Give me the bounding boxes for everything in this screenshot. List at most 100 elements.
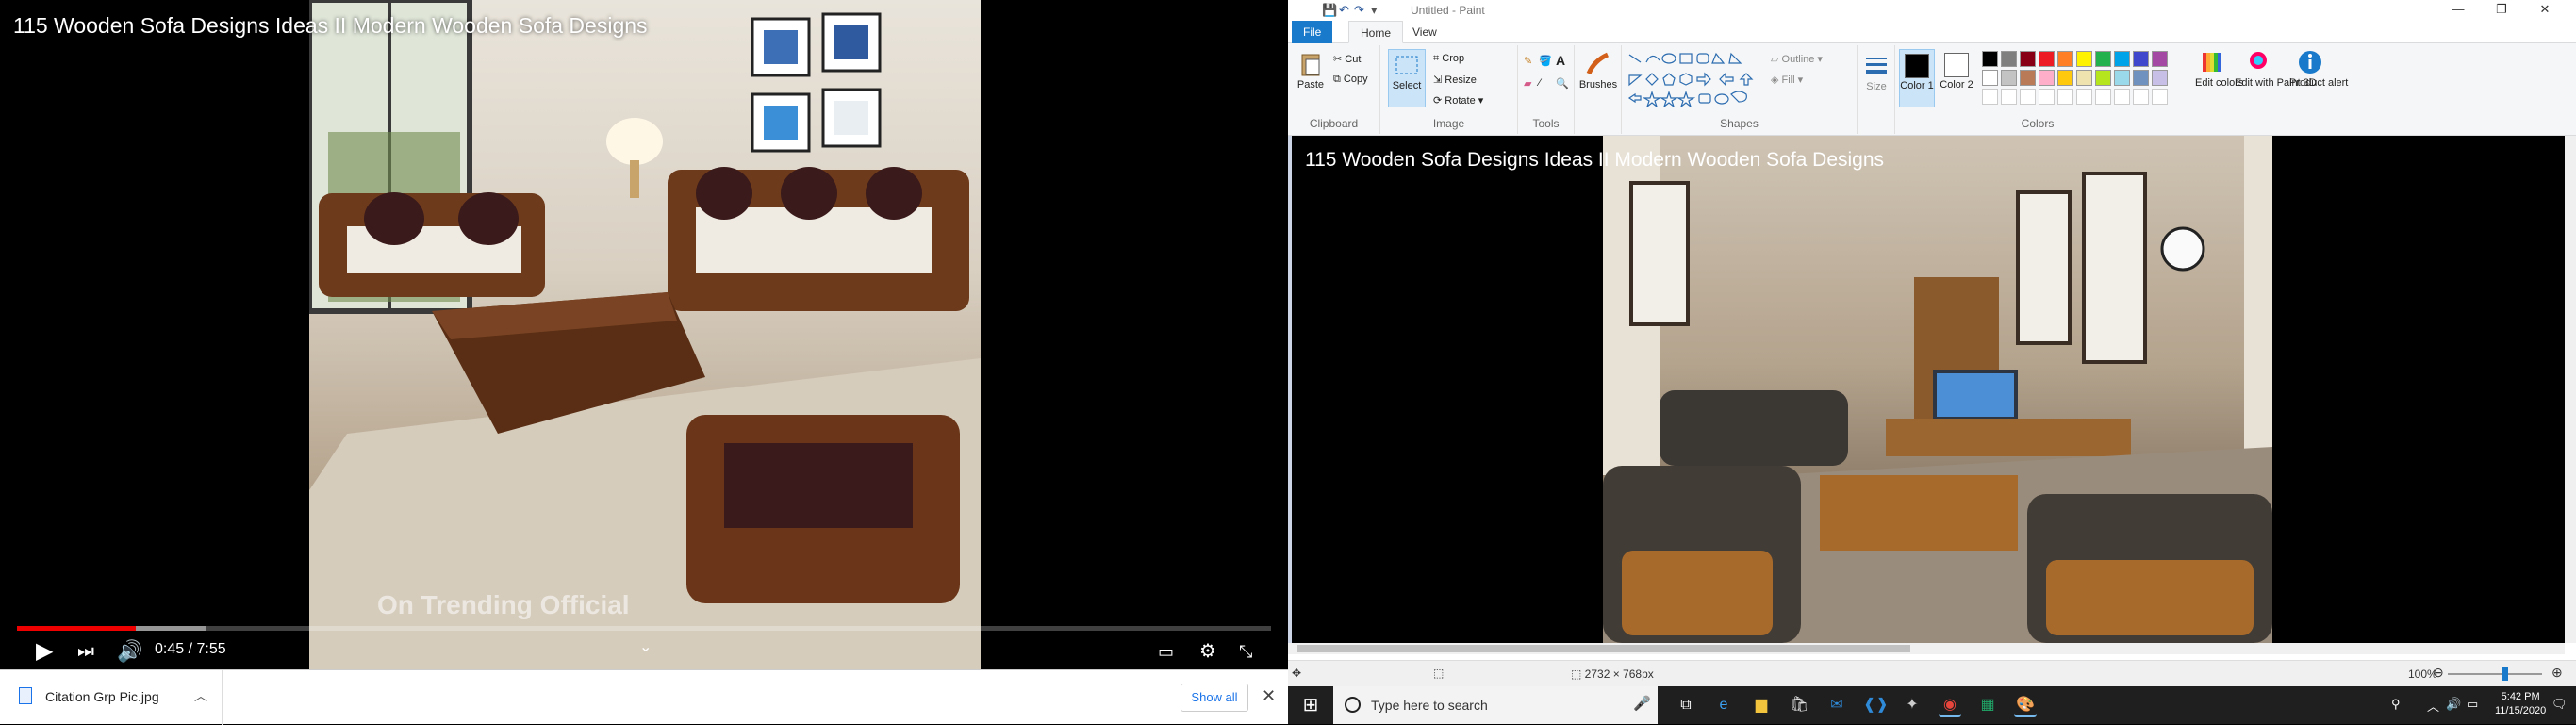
video-title[interactable]: 115 Wooden Sofa Designs Ideas II Modern … bbox=[13, 13, 648, 39]
custom-color-slot[interactable] bbox=[2114, 89, 2130, 105]
download-file-name[interactable]: Citation Grp Pic.jpg bbox=[45, 689, 159, 704]
taskbar-search[interactable]: Type here to search 🎤 bbox=[1333, 686, 1658, 724]
custom-color-slot[interactable] bbox=[2039, 89, 2055, 105]
edge-icon[interactable]: e bbox=[1712, 694, 1735, 717]
notifications-icon[interactable]: 🗨 bbox=[2551, 697, 2568, 712]
rotate-button[interactable]: ⟳ Rotate ▾ bbox=[1433, 94, 1483, 107]
color-swatch[interactable] bbox=[2076, 51, 2092, 67]
gear-icon[interactable]: ⚙ bbox=[1199, 637, 1216, 666]
chevron-down-icon[interactable]: ⌄ bbox=[639, 634, 652, 662]
store-icon[interactable]: 🛍 bbox=[1788, 694, 1810, 717]
fill-bucket-icon[interactable]: 🪣 bbox=[1539, 55, 1552, 67]
color-swatch[interactable] bbox=[1982, 70, 1998, 86]
maximize-icon[interactable]: ❐ bbox=[2480, 2, 2523, 17]
captions-icon[interactable]: ▭ bbox=[1158, 637, 1174, 666]
redo-icon[interactable]: ↷ bbox=[1354, 3, 1364, 18]
custom-color-slot[interactable] bbox=[2095, 89, 2111, 105]
microphone-icon[interactable]: 🎤 bbox=[1633, 695, 1651, 712]
size-button[interactable]: Size bbox=[1861, 53, 1891, 92]
show-all-button[interactable]: Show all bbox=[1181, 684, 1248, 712]
color-swatch[interactable] bbox=[2001, 70, 2017, 86]
close-window-icon[interactable]: ✕ bbox=[2523, 2, 2567, 17]
color-swatch[interactable] bbox=[2057, 51, 2073, 67]
edit-colors-button[interactable]: Edit colors bbox=[2195, 49, 2243, 89]
vscode-icon[interactable]: ❰❱ bbox=[1863, 694, 1889, 717]
zoom-out-icon[interactable]: ⊖ bbox=[2433, 665, 2444, 681]
chrome-icon[interactable]: ◉ bbox=[1939, 694, 1961, 717]
resize-button[interactable]: ⇲ Resize bbox=[1433, 74, 1477, 86]
text-icon[interactable]: A bbox=[1556, 53, 1565, 68]
brushes-button[interactable]: Brushes bbox=[1578, 51, 1618, 91]
crop-button[interactable]: ⌗ Crop bbox=[1433, 53, 1464, 65]
custom-color-slot[interactable] bbox=[2020, 89, 2036, 105]
color-swatch[interactable] bbox=[2114, 51, 2130, 67]
custom-color-slot[interactable] bbox=[2152, 89, 2168, 105]
custom-color-slot[interactable] bbox=[2057, 89, 2073, 105]
color-swatch[interactable] bbox=[2095, 51, 2111, 67]
color1-button[interactable]: Color 1 bbox=[1899, 49, 1935, 107]
color-swatch[interactable] bbox=[2039, 70, 2055, 86]
next-icon[interactable]: ⏭ bbox=[77, 637, 94, 666]
color-swatch[interactable] bbox=[2057, 70, 2073, 86]
show-hidden-icons-chevron[interactable]: ︿ bbox=[2427, 697, 2439, 715]
product-alert-button[interactable]: Product alert bbox=[2289, 49, 2348, 89]
color-swatch[interactable] bbox=[2020, 51, 2036, 67]
eraser-icon[interactable]: ▰ bbox=[1524, 77, 1531, 90]
color-swatch[interactable] bbox=[2095, 70, 2111, 86]
color-picker-icon[interactable]: ⁄ bbox=[1539, 77, 1541, 89]
horizontal-scrollbar[interactable] bbox=[1288, 643, 2565, 654]
network-icon[interactable]: ▭ bbox=[2467, 697, 2478, 712]
paste-button[interactable]: Paste bbox=[1294, 51, 1328, 91]
select-button[interactable]: Select bbox=[1388, 49, 1426, 107]
exit-fullscreen-icon[interactable]: ⤡ bbox=[1239, 637, 1252, 666]
people-icon[interactable]: ⚲ bbox=[2391, 697, 2401, 712]
zoom-slider[interactable] bbox=[2448, 673, 2542, 675]
color-swatch[interactable] bbox=[2076, 70, 2092, 86]
paint-icon[interactable]: 🎨 bbox=[2014, 694, 2037, 717]
custom-color-slot[interactable] bbox=[2133, 89, 2149, 105]
color-swatch[interactable] bbox=[2001, 51, 2017, 67]
scroll-thumb[interactable] bbox=[1297, 645, 1910, 652]
tab-view[interactable]: View bbox=[1401, 21, 1448, 43]
video-player[interactable]: 115 Wooden Sofa Designs Ideas II Modern … bbox=[0, 0, 1288, 669]
vertical-scrollbar[interactable] bbox=[2565, 136, 2576, 643]
app-icon[interactable]: ✦ bbox=[1901, 694, 1924, 717]
undo-icon[interactable]: ↶ bbox=[1339, 3, 1349, 18]
excel-icon[interactable]: ▦ bbox=[1976, 694, 1999, 717]
magnifier-icon[interactable]: 🔍 bbox=[1556, 77, 1569, 90]
progress-bar[interactable] bbox=[17, 626, 1271, 631]
close-icon[interactable]: ✕ bbox=[1262, 686, 1276, 706]
color-swatch[interactable] bbox=[2152, 51, 2168, 67]
minimize-icon[interactable]: — bbox=[2436, 2, 2480, 16]
shapes-gallery[interactable] bbox=[1626, 51, 1767, 107]
play-icon[interactable]: ▶ bbox=[36, 637, 53, 666]
mail-icon[interactable]: ✉ bbox=[1825, 694, 1848, 717]
edit-with-paint3d-button[interactable]: Edit with Paint 3D bbox=[2235, 49, 2317, 89]
video-frame[interactable] bbox=[309, 0, 981, 669]
cut-button[interactable]: ✂ Cut bbox=[1333, 53, 1361, 65]
tab-home[interactable]: Home bbox=[1348, 21, 1404, 43]
custom-color-slot[interactable] bbox=[1982, 89, 1998, 105]
custom-color-slot[interactable] bbox=[2076, 89, 2092, 105]
pencil-icon[interactable]: ✎ bbox=[1524, 55, 1532, 67]
fill-button[interactable]: ◈ Fill ▾ bbox=[1771, 74, 1803, 86]
canvas[interactable]: 115 Wooden Sofa Designs Ideas II Modern … bbox=[1292, 136, 2565, 643]
color-swatch[interactable] bbox=[2114, 70, 2130, 86]
zoom-slider-thumb[interactable] bbox=[2502, 667, 2508, 681]
color-swatch[interactable] bbox=[2039, 51, 2055, 67]
color2-button[interactable]: Color 2 bbox=[1939, 49, 1974, 107]
color-swatch[interactable] bbox=[2133, 51, 2149, 67]
download-item[interactable]: Citation Grp Pic.jpg ︿ bbox=[0, 670, 223, 725]
volume-icon[interactable]: 🔊 bbox=[117, 637, 142, 666]
color-swatch[interactable] bbox=[2133, 70, 2149, 86]
windows-start-icon[interactable]: ⊞ bbox=[1288, 686, 1333, 724]
outline-button[interactable]: ▱ Outline ▾ bbox=[1771, 53, 1823, 65]
tab-file[interactable]: File bbox=[1292, 21, 1333, 43]
color-swatch[interactable] bbox=[1982, 51, 1998, 67]
save-icon[interactable]: 💾 bbox=[1322, 3, 1337, 18]
chevron-up-icon[interactable]: ︿ bbox=[194, 686, 207, 705]
color-swatch[interactable] bbox=[2020, 70, 2036, 86]
copy-button[interactable]: ⧉ Copy bbox=[1333, 74, 1368, 86]
zoom-in-icon[interactable]: ⊕ bbox=[2551, 665, 2563, 681]
system-clock[interactable]: 5:42 PM 11/15/2020 bbox=[2495, 690, 2546, 718]
